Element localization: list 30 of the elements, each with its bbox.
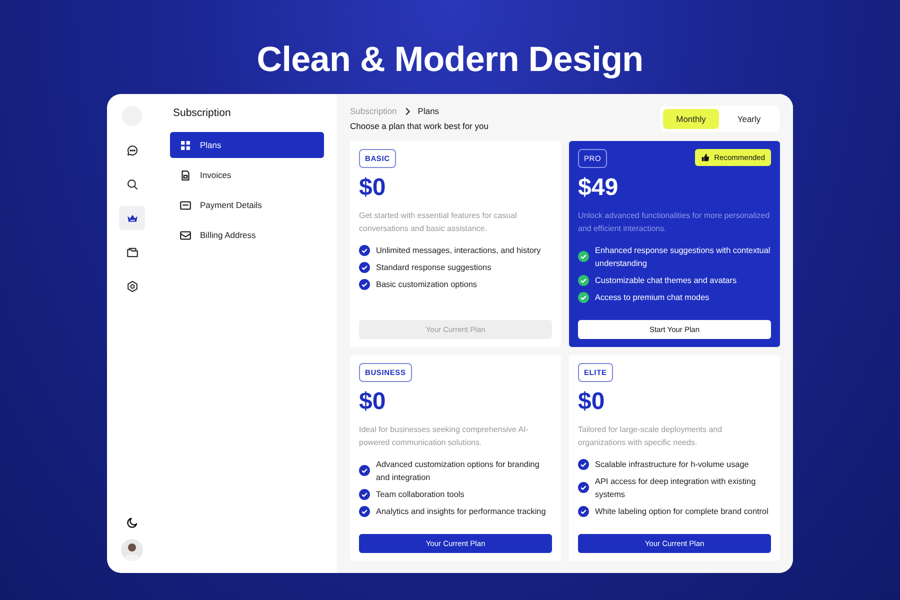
feature-text: Basic customization options	[376, 278, 478, 291]
toggle-option[interactable]: Monthly	[663, 109, 719, 129]
feature-text: Scalable infrastructure for h-volume usage	[595, 458, 749, 471]
headline: Clean & Modern Design	[256, 40, 644, 81]
page-subtitle: Choose a plan that work best for you	[350, 121, 488, 131]
plan-description: Ideal for businesses seeking comprehensive AI-powered communication solutions.	[359, 424, 530, 449]
feature-text: Customizable chat themes and avatars	[595, 274, 737, 287]
feature-text: White labeling option for complete brand control	[595, 506, 768, 518]
plan-price: $0	[359, 388, 387, 416]
sidebar-item[interactable]: Invoices	[170, 162, 324, 188]
plan-price: $49	[578, 174, 620, 202]
feature-text: Team collaboration tools	[376, 488, 464, 501]
plan-description: Unlock advanced functionalities for more personalized and efficient interactions.	[578, 210, 771, 235]
sidebar-item[interactable]: Billing Address	[170, 222, 324, 248]
plan-price: $0	[578, 388, 606, 416]
breadcrumb-item: Plans	[418, 106, 440, 116]
sidebar-item[interactable]: Payment Details	[170, 192, 324, 218]
feature-text: API access for deep integration with existing systems	[595, 476, 757, 501]
sidebar-item[interactable]: Plans	[170, 132, 324, 158]
feature-text: Analytics and insights for performance tracking	[376, 506, 546, 518]
sidebar-title: Subscription	[173, 107, 232, 119]
feature-text: Standard response suggestions	[376, 262, 492, 274]
feature-text: Unlimited messages, interactions, and history	[376, 244, 541, 257]
plan-description: Tailored for large-scale deployments and organizations with specific needs.	[578, 424, 724, 449]
feature-text: Enhanced response suggestions with contextual understanding	[595, 244, 771, 270]
plan-price: $0	[359, 174, 387, 202]
feature-text: Access to premium chat modes	[595, 292, 710, 304]
feature-text: Advanced customization options for branding and integration	[376, 458, 540, 484]
plan-description: Get started with essential features for casual conversations and basic assistance.	[359, 210, 518, 235]
toggle-option[interactable]: Yearly	[721, 109, 777, 129]
